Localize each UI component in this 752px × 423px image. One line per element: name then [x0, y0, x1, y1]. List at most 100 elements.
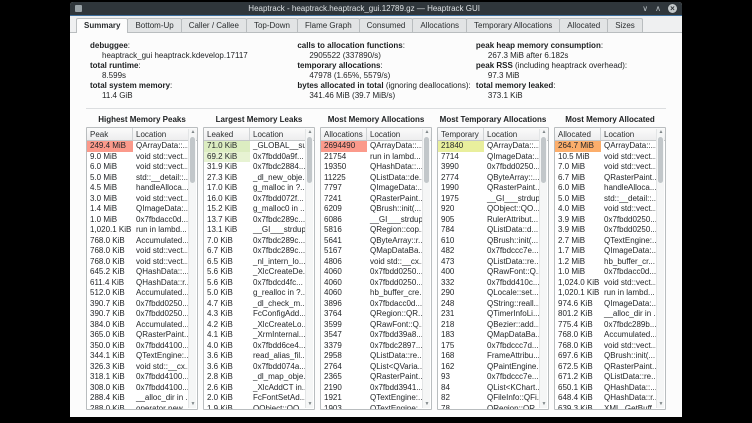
scroll-down-icon[interactable]: ▼	[306, 401, 314, 408]
table-row[interactable]: 93 0x7fbdccc7e...	[438, 372, 539, 383]
table-row[interactable]: 645.2 KiB QHashData::...	[87, 267, 188, 278]
table-row[interactable]: 384.0 KiB Accumulated...	[87, 320, 188, 331]
table-row[interactable]: 1.0 MiB 0x7fbdacc0d...	[555, 267, 656, 278]
scroll-up-icon[interactable]: ▲	[657, 129, 665, 136]
column-header-peak[interactable]: Peak	[87, 128, 133, 140]
table-row[interactable]: 10.5 MiB void std::vect...	[555, 152, 656, 163]
table-row[interactable]: 768.0 KiB void std::vect...	[555, 341, 656, 352]
table-row[interactable]: 5.6 KiB 0x7fbdcd4fc...	[204, 278, 305, 289]
titlebar[interactable]: Heaptrack - heaptrack.heaptrack_gui.1278…	[70, 2, 682, 16]
table-row[interactable]: 4.3 KiB FcConfigAdd...	[204, 309, 305, 320]
table-row[interactable]: 2.0 KiB FcFontSetAd...	[204, 393, 305, 404]
table-row[interactable]: 78 QRegion::QR...	[438, 404, 539, 410]
table-row[interactable]: 920 QObject::QO...	[438, 204, 539, 215]
table-row[interactable]: 350.0 KiB 0x7fbdd4100...	[87, 341, 188, 352]
table-row[interactable]: 2774 QByteArray::...	[438, 173, 539, 184]
tab-bottom-up[interactable]: Bottom-Up	[127, 18, 181, 32]
table-row[interactable]: 768.0 KiB Accumulated...	[555, 330, 656, 341]
table-row[interactable]: 21840 QArrayData::...	[438, 141, 539, 152]
tab-allocations[interactable]: Allocations	[412, 18, 467, 32]
table-row[interactable]: 326.3 KiB void std::__cx...	[87, 362, 188, 373]
table-row[interactable]: 400 QRawFont::Q...	[438, 267, 539, 278]
close-button[interactable]: ×	[668, 4, 677, 13]
table-row[interactable]: 332 0x7fbdd410c...	[438, 278, 539, 289]
column-header-leaked[interactable]: Leaked	[204, 128, 250, 140]
vertical-scrollbar[interactable]: ▲ ▼	[422, 129, 430, 408]
table-row[interactable]: 3.6 KiB 0x7fbdd074a...	[204, 362, 305, 373]
scroll-up-icon[interactable]: ▲	[423, 129, 431, 136]
table-row[interactable]: 162 QPaintEngine...	[438, 362, 539, 373]
table-row[interactable]: 672.5 KiB QRasterPaint...	[555, 362, 656, 373]
scrollbar-thumb[interactable]	[658, 137, 663, 183]
table-row[interactable]: 390.7 KiB 0x7fbdd0250...	[87, 309, 188, 320]
table-row[interactable]: 3379 0x7fbdc2897...	[321, 341, 422, 352]
table-row[interactable]: 4806 void std::__cx...	[321, 257, 422, 268]
table-row[interactable]: 648.4 KiB QHashData::r...	[555, 393, 656, 404]
table-row[interactable]: 290 QLocale::set...	[438, 288, 539, 299]
table-row[interactable]: 2764 QList<QVaria...	[321, 362, 422, 373]
table-row[interactable]: 1903 QTextEngine:...	[321, 404, 422, 410]
column-header-location[interactable]: Location	[601, 128, 656, 140]
column-header-allocated[interactable]: Allocated	[555, 128, 601, 140]
table-row[interactable]: 6.0 MiB handleAlloca...	[555, 183, 656, 194]
tab-temporary-allocations[interactable]: Temporary Allocations	[466, 18, 560, 32]
table-row[interactable]: 2.8 KiB _dl_map_obje...	[204, 372, 305, 383]
table-row[interactable]: 512.0 KiB Accumulated...	[87, 288, 188, 299]
tab-top-down[interactable]: Top-Down	[246, 18, 298, 32]
table-row[interactable]: 5.0 KiB g_realloc in ?...	[204, 288, 305, 299]
table-row[interactable]: 768.0 KiB void std::vect...	[87, 257, 188, 268]
table-row[interactable]: 248 QString::reall...	[438, 299, 539, 310]
table-row[interactable]: 4.0 MiB void std::vect...	[555, 204, 656, 215]
table-row[interactable]: 671.2 KiB QListData::re...	[555, 372, 656, 383]
table-row[interactable]: 6.7 MiB QRasterPaint...	[555, 173, 656, 184]
table-row[interactable]: 1,020.1 KiB run in lambd...	[555, 288, 656, 299]
table-row[interactable]: 288.4 KiB __alloc_dir in ...	[87, 393, 188, 404]
table-row[interactable]: 344.1 KiB QTextEngine:...	[87, 351, 188, 362]
table-row[interactable]: 7714 QImageData:...	[438, 152, 539, 163]
table-row[interactable]: 183 QMapDataBa...	[438, 330, 539, 341]
scroll-down-icon[interactable]: ▼	[423, 401, 431, 408]
column-header-location[interactable]: Location	[484, 128, 539, 140]
table-row[interactable]: 1.7 MiB QImageData:...	[555, 246, 656, 257]
table-row[interactable]: 3896 0x7fbdacc0d...	[321, 299, 422, 310]
table-row[interactable]: 15.2 KiB g_malloc0 in ...	[204, 204, 305, 215]
vertical-scrollbar[interactable]: ▲ ▼	[656, 129, 664, 408]
table-row[interactable]: 2190 0x7fbdd3941...	[321, 383, 422, 394]
tab-consumed[interactable]: Consumed	[359, 18, 414, 32]
table-row[interactable]: 1,020.1 KiB run in lambd...	[87, 225, 188, 236]
vertical-scrollbar[interactable]: ▲ ▼	[305, 129, 313, 408]
table-row[interactable]: 3547 0x7fbdd39a8...	[321, 330, 422, 341]
table-row[interactable]: 84 QList<KChart...	[438, 383, 539, 394]
table-row[interactable]: 2694490 QArrayData::...	[321, 141, 422, 152]
tab-allocated[interactable]: Allocated	[559, 18, 608, 32]
table-row[interactable]: 7.0 MiB void std::vect...	[555, 162, 656, 173]
table-row[interactable]: 473 QListData::re...	[438, 257, 539, 268]
table-row[interactable]: 1,024.0 KiB void std::vect...	[555, 278, 656, 289]
table-row[interactable]: 801.2 KiB __alloc_dir in ...	[555, 309, 656, 320]
scroll-up-icon[interactable]: ▲	[306, 129, 314, 136]
table-row[interactable]: 365.0 KiB QRasterPaint...	[87, 330, 188, 341]
scrollbar-thumb[interactable]	[307, 137, 312, 183]
table-row[interactable]: 639.3 KiB XML_GetBuff...	[555, 404, 656, 410]
table-row[interactable]: 3764 QRegion::QR...	[321, 309, 422, 320]
table-row[interactable]: 31.9 KiB 0x7fbdc2884...	[204, 162, 305, 173]
column-header-location[interactable]: Location	[133, 128, 188, 140]
table-row[interactable]: 82 QFileInfo::QFi...	[438, 393, 539, 404]
table-row[interactable]: 11225 QListData::de...	[321, 173, 422, 184]
table-row[interactable]: 4.7 KiB _dl_check_m...	[204, 299, 305, 310]
table-row[interactable]: 5641 QByteArray::r...	[321, 236, 422, 247]
table-row[interactable]: 5.0 MiB std::__detail::...	[555, 194, 656, 205]
vertical-scrollbar[interactable]: ▲ ▼	[539, 129, 547, 408]
table-row[interactable]: 768.0 KiB Accumulated...	[87, 236, 188, 247]
table-row[interactable]: 1921 QTextEngine:...	[321, 393, 422, 404]
table-row[interactable]: 6086 __GI___strdup...	[321, 215, 422, 226]
table-row[interactable]: 4.0 KiB 0x7fbdd6ce4...	[204, 341, 305, 352]
minimize-button[interactable]: ∨	[642, 5, 648, 13]
tab-summary[interactable]: Summary	[76, 18, 128, 33]
table-row[interactable]: 1.9 KiB QObject::QO...	[204, 404, 305, 410]
scrollbar-thumb[interactable]	[541, 137, 546, 183]
table-row[interactable]: 1.4 MiB QImageData:...	[87, 204, 188, 215]
scrollbar-thumb[interactable]	[424, 137, 429, 183]
vertical-scrollbar[interactable]: ▲ ▼	[188, 129, 196, 408]
table-row[interactable]: 6.7 KiB 0x7fbdc289c...	[204, 246, 305, 257]
